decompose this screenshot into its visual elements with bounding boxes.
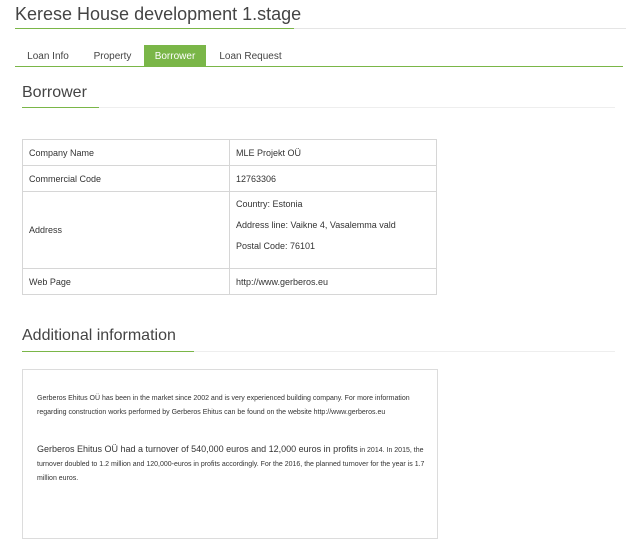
company-name-label: Company Name xyxy=(22,139,230,166)
table-row: Web Page http://www.gerberos.eu xyxy=(22,268,437,295)
address-line: Address line: Vaikne 4, Vasalemma vald xyxy=(236,219,396,230)
table-row: Commercial Code 12763306 xyxy=(22,165,437,192)
tab-bar: Loan Info Property Borrower Loan Request xyxy=(15,45,295,66)
tab-loan-request[interactable]: Loan Request xyxy=(206,45,295,66)
web-page-value: http://www.gerberos.eu xyxy=(229,268,437,295)
company-name-value: MLE Projekt OÜ xyxy=(229,139,437,166)
borrower-heading-divider xyxy=(99,107,615,108)
tab-bar-underline xyxy=(15,66,623,67)
borrower-heading: Borrower xyxy=(22,84,87,101)
additional-heading-underline xyxy=(22,351,194,352)
address-value: Country: Estonia Address line: Vaikne 4,… xyxy=(229,191,437,269)
tab-loan-info[interactable]: Loan Info xyxy=(15,45,81,66)
address-postal-code: Postal Code: 76101 xyxy=(236,240,316,251)
additional-info-heading: Additional information xyxy=(22,327,176,344)
additional-heading-divider xyxy=(194,351,615,352)
commercial-code-label: Commercial Code xyxy=(22,165,230,192)
table-row: Address Country: Estonia Address line: V… xyxy=(22,191,437,269)
tab-property[interactable]: Property xyxy=(81,45,144,66)
web-page-label: Web Page xyxy=(22,268,230,295)
address-label: Address xyxy=(22,191,230,269)
additional-info-paragraph-1: Gerberos Ehitus OÜ has been in the marke… xyxy=(37,395,410,416)
additional-info-box: Gerberos Ehitus OÜ has been in the marke… xyxy=(22,369,438,539)
title-divider xyxy=(294,28,626,29)
title-underline xyxy=(15,28,294,29)
commercial-code-value: 12763306 xyxy=(229,165,437,192)
tab-borrower[interactable]: Borrower xyxy=(144,45,206,66)
address-country: Country: Estonia xyxy=(236,198,303,209)
page-title: Kerese House development 1.stage xyxy=(15,4,302,24)
borrower-table: Company Name MLE Projekt OÜ Commercial C… xyxy=(22,139,437,295)
borrower-heading-underline xyxy=(22,107,99,108)
paragraph-2-lead: Gerberos Ehitus OÜ had a turnover of 540… xyxy=(37,444,358,454)
table-row: Company Name MLE Projekt OÜ xyxy=(22,139,437,166)
additional-info-paragraph-2: Gerberos Ehitus OÜ had a turnover of 540… xyxy=(37,442,425,486)
